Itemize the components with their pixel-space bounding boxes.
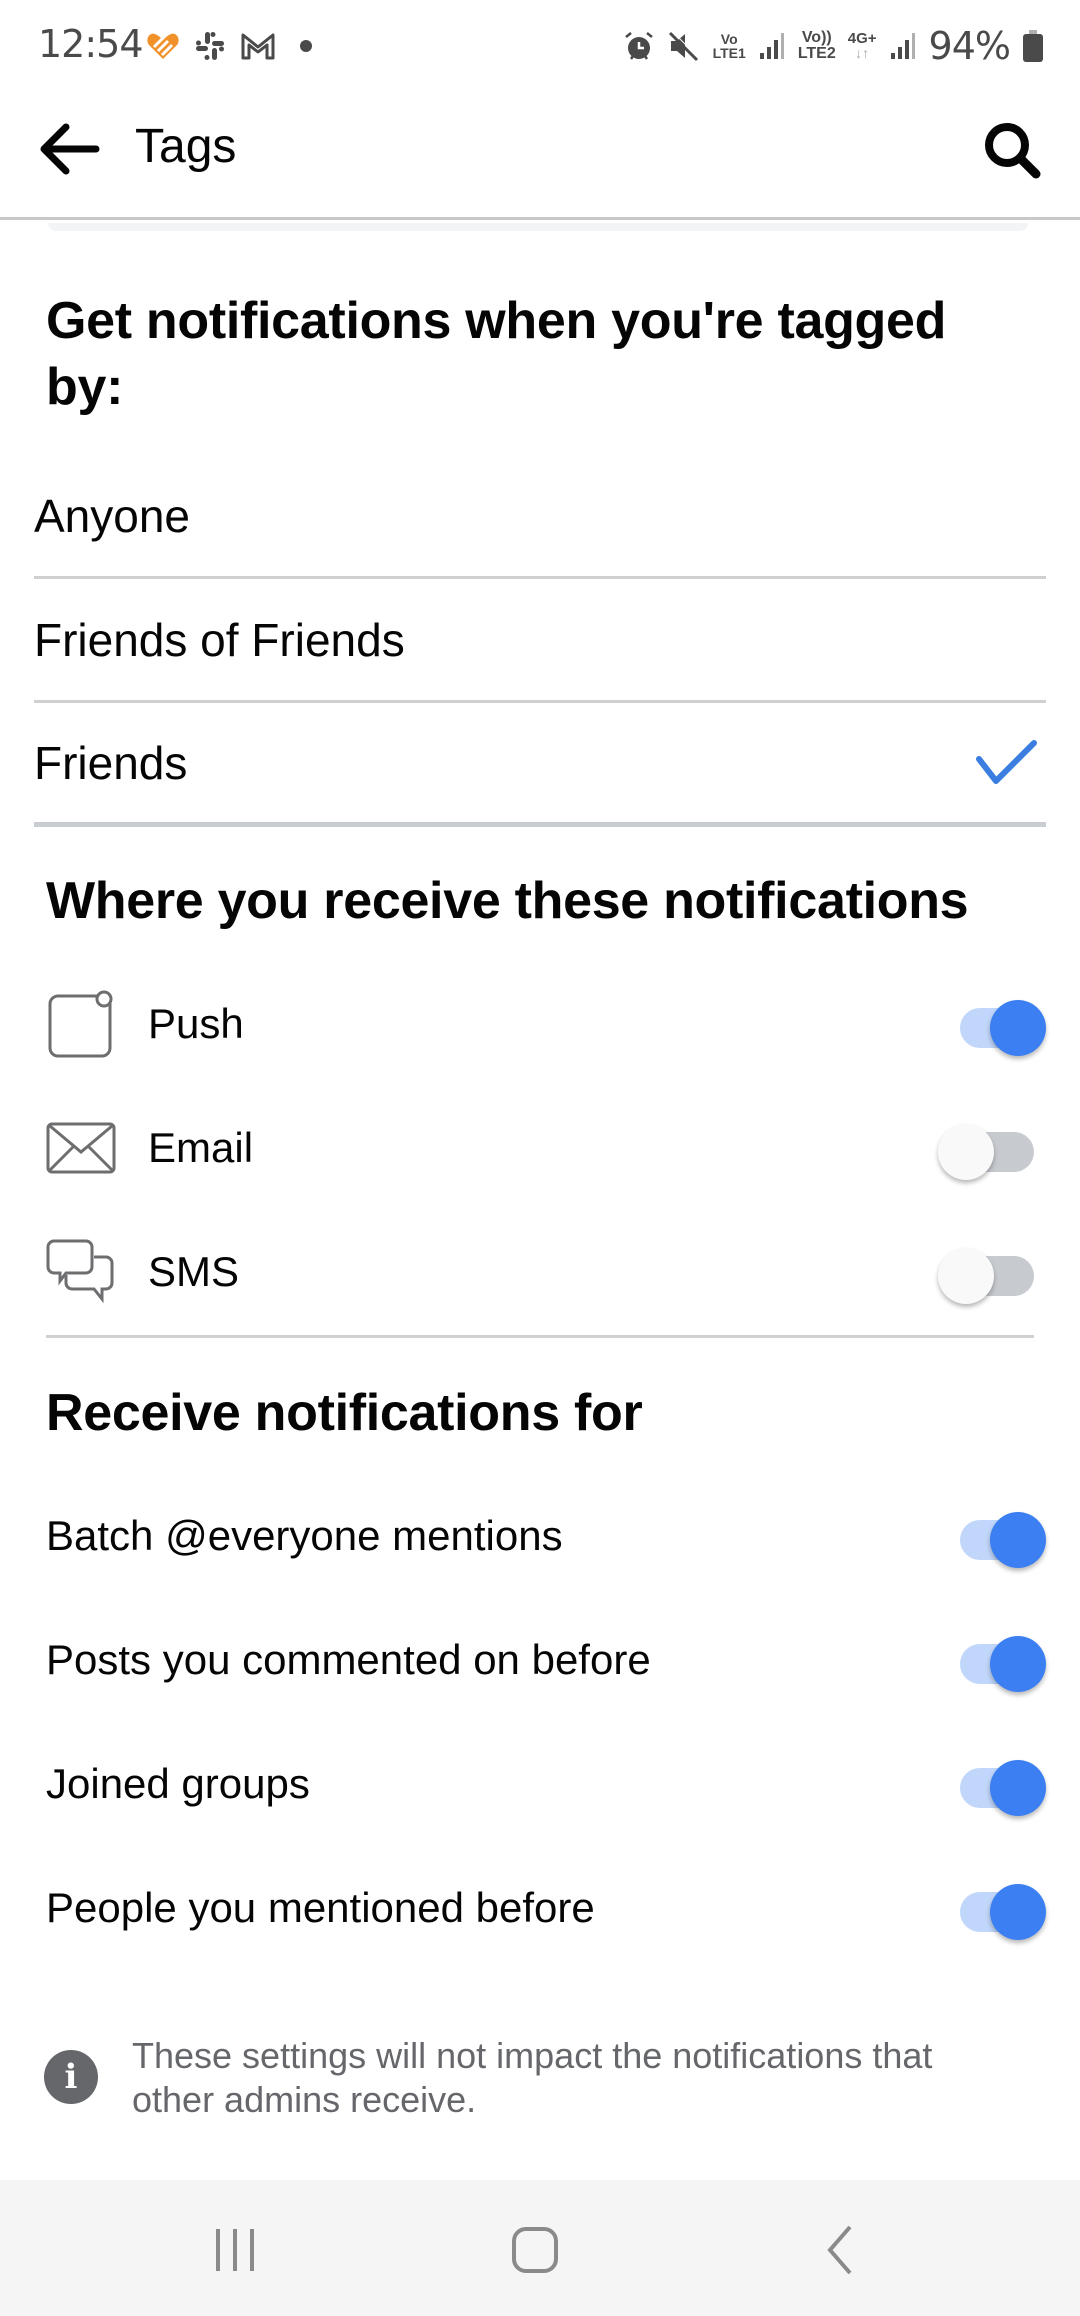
page-title: Tags (135, 120, 237, 173)
email-toggle[interactable] (938, 1122, 1046, 1180)
receive-item-posts-commented[interactable]: Posts you commented on before (46, 1598, 1046, 1722)
gmail-icon (241, 33, 275, 60)
dot-icon (300, 40, 312, 52)
4g-plus-icon: 4G+ ↓↑ (847, 30, 877, 61)
info-note: i These settings will not impact the not… (44, 2034, 1044, 2122)
tagged-by-title: Get notifications when you're tagged by: (46, 292, 947, 416)
receive-for-title: Receive notifications for (46, 1384, 643, 1442)
volte1-icon: Vo LTE1 (712, 31, 746, 61)
arrow-left-icon (40, 123, 100, 175)
push-notification-icon (46, 989, 116, 1059)
volte2-icon: Vo)) LTE2 (797, 29, 836, 62)
status-bar: 12:54 Vo LTE1 Vo)) LTE2 4G+ ↓↑ 94% (0, 0, 1080, 92)
receive-item-people-mentioned[interactable]: People you mentioned before (46, 1846, 1046, 1970)
option-friends-of-friends[interactable]: Friends of Friends (34, 579, 1046, 703)
envelope-icon (46, 1113, 116, 1183)
battery-icon (1023, 30, 1043, 62)
receive-item-label: Posts you commented on before (46, 1636, 651, 1683)
channel-sms[interactable]: SMS (46, 1210, 1046, 1334)
option-friends[interactable]: Friends (34, 703, 1046, 827)
receive-item-label: Joined groups (46, 1760, 310, 1807)
search-icon (985, 123, 1041, 179)
info-text: These settings will not impact the notif… (132, 2035, 933, 2120)
app-bar: Tags (0, 92, 1080, 220)
receive-item-label: People you mentioned before (46, 1884, 595, 1931)
batch-everyone-toggle[interactable] (938, 1510, 1046, 1568)
channel-email[interactable]: Email (46, 1086, 1046, 1210)
card-edge (48, 223, 1028, 231)
back-button[interactable] (34, 114, 104, 184)
joined-groups-toggle[interactable] (938, 1758, 1046, 1816)
home-button[interactable] (490, 2210, 580, 2290)
section-divider (46, 1335, 1034, 1338)
system-nav-bar (0, 2180, 1080, 2316)
signal1-icon (759, 33, 784, 59)
status-time: 12:54 (38, 22, 144, 66)
channel-label: Email (148, 1124, 254, 1171)
info-icon: i (44, 2050, 98, 2104)
health-heart-icon (147, 33, 179, 59)
system-back-button[interactable] (795, 2210, 885, 2290)
mute-icon (668, 30, 699, 62)
battery-percent: 94% (928, 24, 1011, 68)
recents-button[interactable] (190, 2210, 280, 2290)
push-toggle[interactable] (938, 998, 1046, 1056)
alarm-icon (624, 32, 653, 60)
chat-bubbles-icon (46, 1237, 116, 1307)
people-mentioned-toggle[interactable] (938, 1882, 1046, 1940)
option-label: Anyone (34, 489, 191, 542)
channels-title: Where you receive these notifications (46, 872, 969, 930)
slack-icon (196, 32, 224, 60)
channel-push[interactable]: Push (46, 962, 1046, 1086)
sms-toggle[interactable] (938, 1246, 1046, 1304)
search-button[interactable] (974, 112, 1050, 188)
posts-commented-toggle[interactable] (938, 1634, 1046, 1692)
signal2-icon (890, 33, 915, 59)
receive-item-joined-groups[interactable]: Joined groups (46, 1722, 1046, 1846)
channel-label: Push (148, 1000, 244, 1047)
receive-item-batch-everyone[interactable]: Batch @everyone mentions (46, 1474, 1046, 1598)
recents-icon (216, 2229, 254, 2271)
receive-item-label: Batch @everyone mentions (46, 1512, 563, 1559)
option-label: Friends (34, 736, 188, 789)
option-label: Friends of Friends (34, 613, 405, 666)
channel-label: SMS (148, 1248, 240, 1295)
back-chevron-icon (827, 2225, 852, 2275)
home-icon (512, 2227, 558, 2273)
option-anyone[interactable]: Anyone (34, 455, 1046, 579)
checkmark-icon (974, 739, 1040, 796)
